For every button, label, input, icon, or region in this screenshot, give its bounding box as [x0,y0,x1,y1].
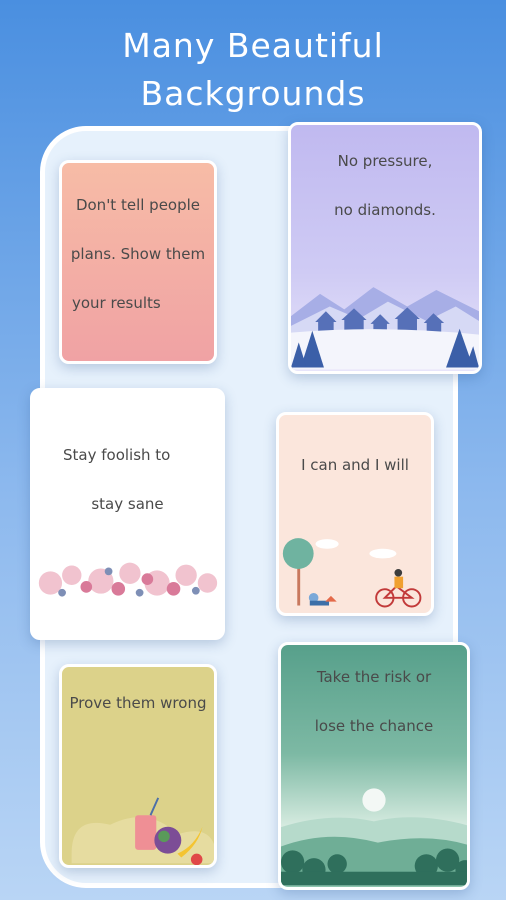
background-card-forest[interactable]: Take the risk or lose the chance [278,642,470,890]
quote-line: plans. Show them [70,245,206,263]
snowy-village-illustration [291,287,479,370]
quote-line: stay sane [91,495,164,513]
flower-garland-illustration [38,562,218,597]
fruit-drink-illustration [71,797,214,865]
quote-line: No pressure, [337,152,433,170]
quote-line: your results [72,294,161,312]
background-card-pink[interactable]: Don't tell people plans. Show them your … [59,160,217,364]
forest-sunrise-illustration [281,788,467,886]
headline-line-2: Backgrounds [140,74,366,113]
quote-line: lose the chance [314,717,434,735]
quote-line: Don't tell people [75,196,201,214]
quote-line: no diamonds. [334,201,436,219]
background-card-cyclist[interactable]: I can and I will [276,412,434,616]
background-card-fruit[interactable]: Prove them wrong [59,664,217,868]
quote-line: Take the risk or [316,668,432,686]
quote-line: I can and I will [301,456,409,474]
quote-line: Prove them wrong [69,694,207,712]
headline: Many Beautiful Backgrounds [0,22,506,118]
cyclist-park-illustration [282,538,422,608]
background-card-snow[interactable]: No pressure, no diamonds. [288,122,482,374]
headline-line-1: Many Beautiful [122,26,384,65]
background-card-floral[interactable]: Stay foolish to stay sane [30,388,225,640]
quote-line: Stay foolish to [63,446,171,464]
